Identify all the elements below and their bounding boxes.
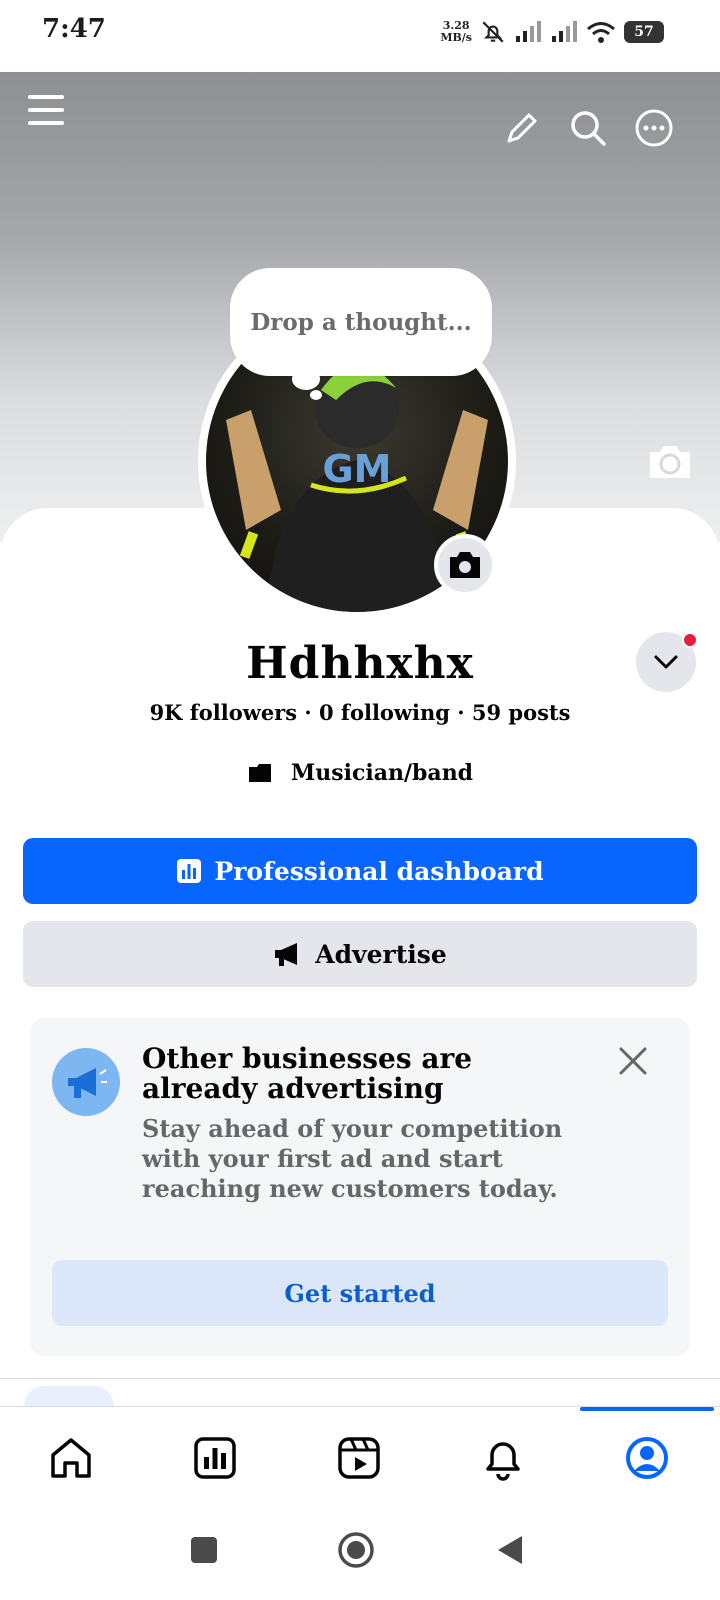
dashboard-icon[interactable] — [190, 1433, 240, 1483]
promo-description: Stay ahead of your competition with your… — [142, 1114, 563, 1203]
network-speed-unit: MB/s — [440, 31, 472, 44]
close-icon[interactable] — [616, 1044, 650, 1078]
section-divider — [0, 1378, 720, 1379]
pencil-icon[interactable] — [500, 106, 544, 150]
dashboard-icon — [177, 859, 202, 883]
reels-icon[interactable] — [334, 1433, 384, 1483]
home-circle-icon[interactable] — [336, 1530, 376, 1570]
avatar-camera-button[interactable] — [434, 534, 496, 596]
signal-icon — [516, 21, 541, 42]
bottom-navigation — [0, 1406, 720, 1506]
status-bar: 7:47 3.28 MB/s 57 — [0, 0, 720, 72]
professional-dashboard-label: Professional dashboard — [214, 856, 544, 886]
get-started-button[interactable]: Get started — [52, 1260, 668, 1326]
profile-category-label: Musician/band — [290, 760, 474, 786]
status-icons: 3.28 MB/s 57 — [440, 12, 664, 52]
profile-name: Hdhhxhx — [246, 638, 474, 689]
battery-indicator: 57 — [624, 21, 664, 43]
system-navigation — [0, 1506, 720, 1600]
thought-bubble-placeholder: Drop a thought... — [250, 308, 472, 336]
active-tab-indicator — [580, 1407, 714, 1411]
promo-megaphone-icon — [52, 1048, 120, 1116]
back-icon[interactable] — [490, 1530, 530, 1570]
home-icon[interactable] — [46, 1433, 96, 1483]
search-icon[interactable] — [566, 106, 610, 150]
menu-icon[interactable] — [24, 88, 68, 132]
megaphone-icon — [68, 1068, 107, 1098]
chevron-down-icon — [654, 655, 678, 669]
bell-icon[interactable] — [478, 1433, 528, 1483]
signal-icon-2 — [552, 21, 577, 42]
wifi-icon — [587, 22, 615, 43]
category-icon — [248, 764, 271, 782]
bell-muted-icon — [482, 21, 504, 43]
more-icon[interactable] — [632, 106, 676, 150]
next-card-peek — [24, 1386, 114, 1406]
profile-icon[interactable] — [622, 1433, 672, 1483]
advertise-promo-card: Other businesses are already advertising… — [30, 1018, 690, 1356]
thought-bubble[interactable]: Drop a thought... — [230, 268, 492, 376]
promo-title: Other businesses are already advertising — [142, 1042, 473, 1105]
profile-stats[interactable]: 9K followers · 0 following · 59 posts — [0, 700, 720, 725]
advertise-button[interactable]: Advertise — [23, 921, 697, 987]
network-speed: 3.28 MB/s — [440, 20, 472, 44]
advertise-label: Advertise — [315, 939, 447, 969]
recents-icon[interactable] — [184, 1530, 224, 1570]
camera-icon[interactable] — [646, 442, 694, 482]
status-time: 7:47 — [42, 14, 106, 44]
thought-bubble-tail-small — [310, 390, 322, 400]
professional-dashboard-button[interactable]: Professional dashboard — [23, 838, 697, 904]
camera-icon — [450, 552, 480, 578]
profile-category: Musician/band — [0, 760, 720, 786]
megaphone-icon — [275, 943, 298, 966]
notification-dot — [682, 632, 698, 648]
thought-bubble-tail — [292, 368, 320, 390]
